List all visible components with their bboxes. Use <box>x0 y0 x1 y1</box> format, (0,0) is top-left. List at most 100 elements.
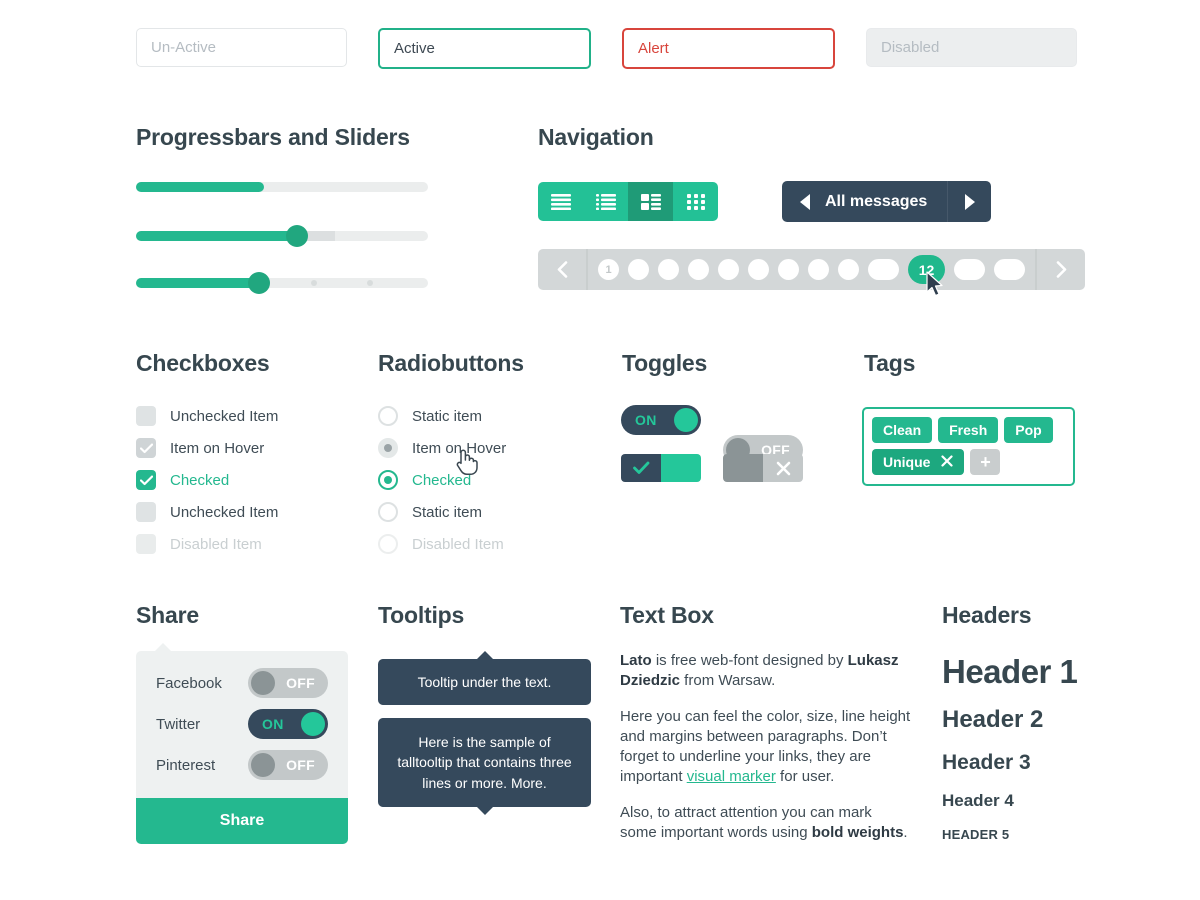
share-card-notch <box>154 643 172 652</box>
ui-kit-page: Un-Active Active Alert Disabled Progress… <box>0 0 1200 900</box>
input-alert[interactable]: Alert <box>622 28 835 69</box>
radio-row[interactable]: Disabled Item <box>378 528 506 560</box>
pagination-page[interactable]: 1 <box>598 259 619 280</box>
share-row-facebook: Facebook OFF <box>156 668 328 698</box>
radio-row[interactable]: Item on Hover <box>378 432 506 464</box>
radio-unchecked[interactable] <box>378 502 398 522</box>
view-switcher <box>538 182 718 221</box>
pagination-page[interactable] <box>628 259 649 280</box>
checkbox-unchecked[interactable] <box>136 502 156 522</box>
pagination-page[interactable] <box>868 259 899 280</box>
pagination-page[interactable] <box>688 259 709 280</box>
square-toggle-no[interactable] <box>723 454 803 482</box>
tooltip-arrow-down-icon <box>475 805 494 815</box>
radio-unchecked[interactable] <box>378 406 398 426</box>
checkbox-row[interactable]: Disabled Item <box>136 528 278 560</box>
input-active-value: Active <box>394 40 435 57</box>
input-un-active[interactable]: Un-Active <box>136 28 347 67</box>
radio-label: Static item <box>412 407 483 425</box>
view-button-list-justify[interactable] <box>538 182 583 221</box>
textbox-paragraph-2: Here you can feel the color, size, line … <box>620 707 912 787</box>
checkbox-checked[interactable] <box>136 470 156 490</box>
triangle-left-icon[interactable] <box>800 193 810 210</box>
pagination-page[interactable] <box>994 259 1025 280</box>
all-messages-button[interactable]: All messages <box>782 181 947 222</box>
checkbox-disabled <box>136 534 156 554</box>
pagination-page[interactable] <box>718 259 739 280</box>
textbox-paragraph-1: Lato is free web-font designed by Lukasz… <box>620 651 912 691</box>
header-5-sample: HEADER 5 <box>942 827 1010 842</box>
view-button-grid[interactable] <box>673 182 718 221</box>
chevron-right-icon <box>1056 261 1066 278</box>
slider-buffer-handle[interactable] <box>285 225 308 247</box>
radio-hover[interactable] <box>378 438 398 458</box>
tag[interactable]: Fresh <box>938 417 999 443</box>
cross-icon <box>776 461 790 475</box>
textbox-paragraph-3: Also, to attract attention you can mark … <box>620 803 912 843</box>
square-toggle-no-block <box>723 454 763 482</box>
slider-tick <box>366 280 373 286</box>
checkbox-label: Checked <box>170 471 230 489</box>
pagination-current-page[interactable]: 12 <box>908 255 945 284</box>
input-un-active-value: Un-Active <box>151 39 217 56</box>
radio-row[interactable]: Static item <box>378 496 506 528</box>
share-toggle-twitter[interactable]: ON <box>248 709 328 739</box>
textbox-p1-end: from Warsaw. <box>680 671 776 689</box>
textbox-bold-weights: bold weights <box>811 823 904 841</box>
radio-dot <box>384 444 392 452</box>
tooltip-tall-text: Here is the sample of talltooltip that c… <box>397 734 572 791</box>
share-toggle-pinterest[interactable]: OFF <box>248 750 328 780</box>
pagination-next-button[interactable] <box>1035 249 1085 290</box>
checkbox-unchecked[interactable] <box>136 406 156 426</box>
radio-row[interactable]: Checked <box>378 464 506 496</box>
tag[interactable]: Unique <box>872 449 965 475</box>
toggle-on[interactable]: ON <box>621 405 701 435</box>
checkbox-row[interactable]: Item on Hover <box>136 432 278 464</box>
pagination-prev-button[interactable] <box>538 249 588 290</box>
share-card: Facebook OFF Twitter ON Pinterest OFF Share <box>136 643 348 844</box>
radio-row[interactable]: Static item <box>378 400 506 432</box>
pagination-page[interactable] <box>808 259 829 280</box>
close-icon[interactable] <box>941 454 954 470</box>
checkbox-label: Unchecked Item <box>170 503 279 521</box>
tag[interactable]: Clean <box>872 417 933 443</box>
pagination-page[interactable] <box>954 259 985 280</box>
view-button-list-bullet[interactable] <box>583 182 628 221</box>
textbox-p2-end: for user. <box>775 767 835 785</box>
tag[interactable]: Pop <box>1004 417 1053 443</box>
share-network-label: Twitter <box>156 715 201 733</box>
share-toggle-label: ON <box>262 716 284 732</box>
input-active[interactable]: Active <box>378 28 591 69</box>
tags-title: Tags <box>864 350 916 376</box>
tag-label: Pop <box>1015 422 1042 438</box>
square-toggle-yes-check <box>621 454 661 482</box>
slider-buffer-track[interactable] <box>136 225 428 247</box>
checkbox-hover[interactable] <box>136 438 156 458</box>
textbox-link-visual-marker[interactable]: visual marker <box>687 768 776 785</box>
input-alert-value: Alert <box>638 40 669 57</box>
slider-steps-handle[interactable] <box>247 272 270 294</box>
checkbox-row[interactable]: Checked <box>136 464 278 496</box>
share-button[interactable]: Share <box>136 798 348 844</box>
pagination-page[interactable] <box>658 259 679 280</box>
pagination-page[interactable] <box>748 259 769 280</box>
share-toggle-facebook[interactable]: OFF <box>248 668 328 698</box>
share-network-label: Facebook <box>156 674 222 692</box>
headers-samples: Header 1 Header 2 Header 3 Header 4 HEAD… <box>942 651 1078 842</box>
pagination-page[interactable] <box>838 259 859 280</box>
pagination-page[interactable] <box>778 259 799 280</box>
header-4-sample: Header 4 <box>942 791 1014 810</box>
all-messages-next-button[interactable] <box>947 181 991 222</box>
radiobuttons-title: Radiobuttons <box>378 350 524 376</box>
triangle-right-icon <box>964 193 975 210</box>
toggle-on-label: ON <box>635 412 657 428</box>
slider-steps-track[interactable] <box>136 272 428 294</box>
square-toggle-yes[interactable] <box>621 454 701 482</box>
radio-checked[interactable] <box>378 470 398 490</box>
checkbox-row[interactable]: Unchecked Item <box>136 496 278 528</box>
slider-buffer-fill <box>136 231 297 241</box>
add-tag-button[interactable]: + <box>970 449 1001 475</box>
navigation-title: Navigation <box>538 124 654 150</box>
view-button-list-grid[interactable] <box>628 182 673 221</box>
checkbox-row[interactable]: Unchecked Item <box>136 400 278 432</box>
